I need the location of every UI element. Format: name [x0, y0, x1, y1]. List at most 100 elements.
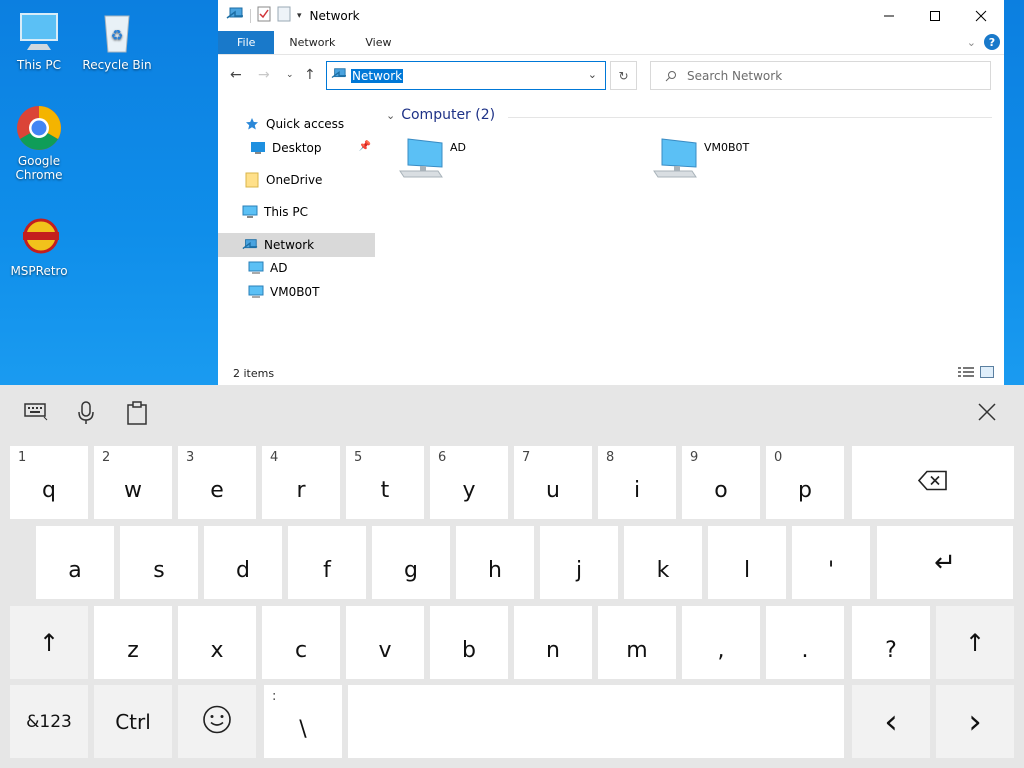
key-apostrophe[interactable]: ': [792, 526, 870, 599]
star-icon: [244, 116, 260, 132]
nav-item-label: This PC: [264, 205, 308, 219]
key-z[interactable]: z: [94, 606, 172, 679]
key-backslash[interactable]: : \: [264, 685, 342, 758]
new-folder-icon[interactable]: [277, 6, 291, 25]
tab-file[interactable]: File: [218, 31, 275, 54]
address-dropdown-chevron-icon[interactable]: ⌄: [588, 68, 597, 81]
key-o[interactable]: 9o: [682, 446, 760, 519]
key-n[interactable]: n: [514, 606, 592, 679]
key-j[interactable]: j: [540, 526, 618, 599]
key-y[interactable]: 6y: [430, 446, 508, 519]
clipboard-icon[interactable]: [126, 401, 148, 428]
key-h[interactable]: h: [456, 526, 534, 599]
pin-icon[interactable]: 📌: [359, 141, 371, 152]
key-g[interactable]: g: [372, 526, 450, 599]
keyboard-layout-icon[interactable]: [24, 401, 48, 424]
refresh-button[interactable]: ↻: [610, 61, 637, 90]
key-x[interactable]: x: [178, 606, 256, 679]
key-shift-left[interactable]: ↑: [10, 606, 88, 679]
computer-icon: [248, 284, 264, 300]
key-f[interactable]: f: [288, 526, 366, 599]
key-v[interactable]: v: [346, 606, 424, 679]
nav-item-vm0b0t[interactable]: VM0B0T: [218, 280, 375, 304]
desktop-icon-recycle-bin[interactable]: ♻ Recycle Bin: [78, 8, 156, 72]
monitor-icon: [242, 204, 258, 220]
expand-ribbon-chevron-icon[interactable]: ⌄: [967, 36, 976, 49]
key-space[interactable]: [348, 685, 844, 758]
key-l[interactable]: l: [708, 526, 786, 599]
key-arrow-right[interactable]: ›: [936, 685, 1014, 758]
close-icon: [978, 403, 996, 421]
key-m[interactable]: m: [598, 606, 676, 679]
minimize-icon: [884, 15, 894, 16]
up-arrow-icon[interactable]: ↑: [304, 67, 316, 83]
computer-item-ad[interactable]: AD: [398, 137, 466, 184]
nav-item-label: Desktop: [272, 141, 322, 155]
key-c[interactable]: c: [262, 606, 340, 679]
chevron-down-icon[interactable]: ▾: [297, 11, 302, 21]
address-value[interactable]: Network: [351, 68, 404, 83]
desktop-icon-this-pc[interactable]: This PC: [0, 8, 78, 72]
recent-locations-chevron-icon[interactable]: ⌄: [286, 70, 294, 80]
key-w[interactable]: 2w: [94, 446, 172, 519]
nav-item-quick-access[interactable]: Quick access: [218, 112, 375, 136]
close-keyboard-button[interactable]: [976, 401, 998, 426]
key-symbols[interactable]: &123: [10, 685, 88, 758]
maximize-button[interactable]: [912, 0, 958, 31]
search-input[interactable]: [687, 68, 967, 83]
key-u[interactable]: 7u: [514, 446, 592, 519]
key-t[interactable]: 5t: [346, 446, 424, 519]
desktop-icon-mspretro[interactable]: MSPRetro: [0, 214, 78, 278]
desktop-icon-chrome[interactable]: Google Chrome: [0, 104, 78, 182]
back-arrow-icon[interactable]: ←: [230, 67, 242, 83]
key-backspace[interactable]: [852, 446, 1014, 519]
key-r[interactable]: 4r: [262, 446, 340, 519]
minimize-button[interactable]: [866, 0, 912, 31]
key-shift-right[interactable]: ↑: [936, 606, 1014, 679]
close-button[interactable]: [958, 0, 1004, 31]
key-arrow-left[interactable]: ‹: [852, 685, 930, 758]
window-title: Network: [309, 8, 360, 23]
key-comma[interactable]: ,: [682, 606, 760, 679]
desktop-icon-label: This PC: [17, 58, 61, 72]
folder-icon: [244, 172, 260, 188]
key-period[interactable]: .: [766, 606, 844, 679]
key-k[interactable]: k: [624, 526, 702, 599]
key-i[interactable]: 8i: [598, 446, 676, 519]
ribbon: File Network View ⌄ ?: [218, 31, 1004, 55]
microphone-icon[interactable]: [76, 401, 96, 428]
help-button[interactable]: ?: [984, 34, 1000, 50]
key-emoji[interactable]: [178, 685, 256, 758]
nav-item-this-pc[interactable]: This PC: [218, 200, 375, 224]
key-s[interactable]: s: [120, 526, 198, 599]
content-pane: ⌄ Computer (2) AD VM0B0T: [378, 97, 1004, 357]
tab-view[interactable]: View: [350, 31, 406, 54]
nav-item-onedrive[interactable]: OneDrive: [218, 168, 375, 192]
key-p[interactable]: 0p: [766, 446, 844, 519]
computer-label: VM0B0T: [704, 141, 750, 154]
key-a[interactable]: a: [36, 526, 114, 599]
computer-item-vm0b0t[interactable]: VM0B0T: [652, 137, 749, 184]
key-b[interactable]: b: [430, 606, 508, 679]
key-enter[interactable]: ↵: [877, 526, 1013, 599]
svg-text:♻: ♻: [111, 28, 124, 44]
forward-arrow-icon[interactable]: →: [258, 67, 270, 83]
nav-item-ad[interactable]: AD: [218, 256, 375, 280]
computer-icon: [398, 137, 444, 184]
nav-item-label: OneDrive: [266, 173, 323, 187]
nav-item-network[interactable]: Network: [218, 233, 375, 257]
key-ctrl[interactable]: Ctrl: [94, 685, 172, 758]
tab-network[interactable]: Network: [274, 31, 350, 54]
key-d[interactable]: d: [204, 526, 282, 599]
key-e[interactable]: 3e: [178, 446, 256, 519]
nav-item-desktop[interactable]: Desktop 📌: [218, 136, 375, 160]
search-box[interactable]: [650, 61, 991, 90]
key-question[interactable]: ?: [852, 606, 930, 679]
group-header[interactable]: ⌄ Computer (2): [386, 107, 495, 123]
key-q[interactable]: 1q: [10, 446, 88, 519]
details-view-icon[interactable]: [958, 366, 974, 381]
address-bar[interactable]: Network ⌄: [326, 61, 606, 90]
quick-access-toolbar: ▾: [218, 6, 302, 25]
properties-icon[interactable]: [257, 6, 271, 25]
large-icons-view-icon[interactable]: [980, 366, 994, 381]
